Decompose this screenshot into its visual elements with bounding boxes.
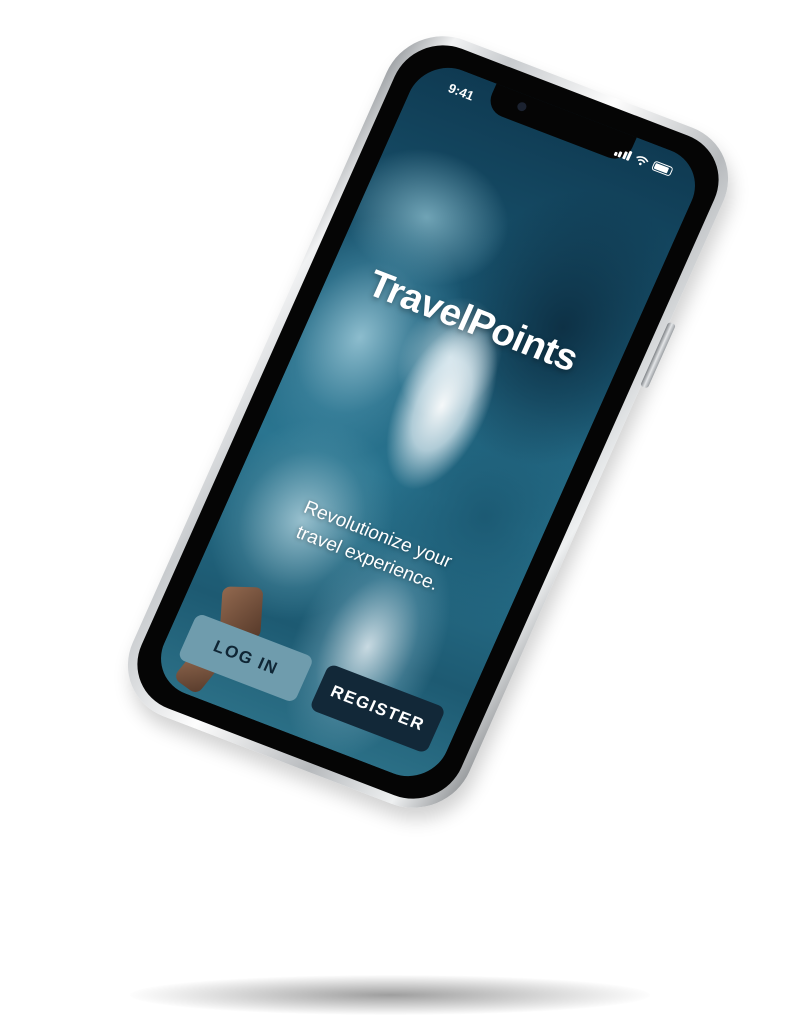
status-time: 9:41 (445, 80, 477, 104)
phone-shadow (130, 975, 650, 1015)
status-icons (613, 144, 674, 177)
camera-icon (515, 100, 528, 113)
tagline: Revolutionize your travel experience. (221, 469, 524, 625)
mockup-stage: 9:41 TravelPoints Revolutionize your tra… (0, 0, 786, 1020)
battery-icon (650, 160, 674, 177)
wifi-icon (633, 154, 650, 168)
phone-bezel: 9:41 TravelPoints Revolutionize your tra… (121, 30, 735, 814)
phone-mockup: 9:41 TravelPoints Revolutionize your tra… (109, 19, 747, 825)
app-title: TravelPoints (361, 262, 585, 381)
register-button[interactable]: REGISTER (308, 663, 447, 754)
